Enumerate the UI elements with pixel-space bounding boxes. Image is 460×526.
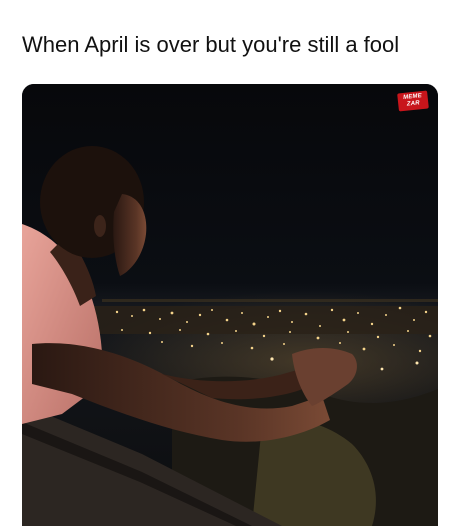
ear [94, 215, 106, 237]
watermark-line-2: ZAR [406, 100, 421, 108]
night-city-scene [22, 84, 438, 526]
memezar-watermark: MEME ZAR [397, 90, 429, 112]
post-caption: When April is over but you're still a fo… [22, 32, 400, 57]
meme-photo[interactable]: MEME ZAR [22, 84, 438, 526]
